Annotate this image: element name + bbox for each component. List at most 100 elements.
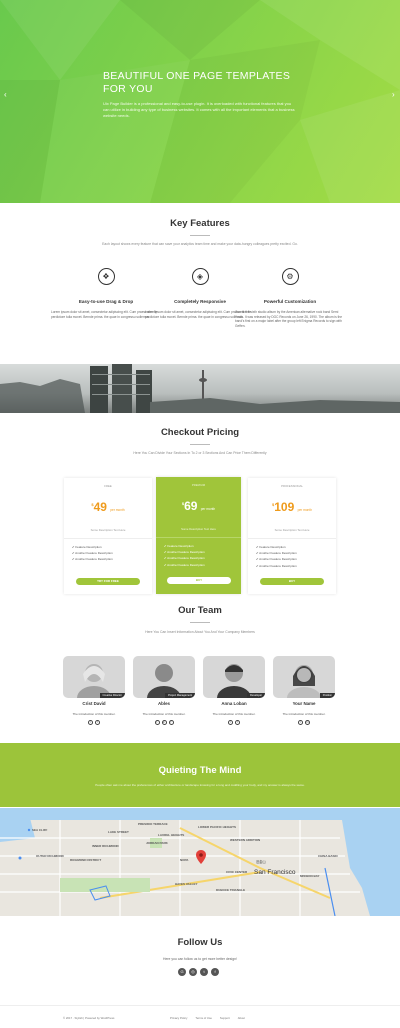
quote-title: Quieting The Mind xyxy=(158,765,242,776)
member-intro: The introduction of this member. xyxy=(142,712,186,716)
plan-price: $109 per month xyxy=(272,500,312,514)
map-label: WESTERN ADDITION xyxy=(230,838,261,842)
map-label: SEA CLIFF xyxy=(32,828,48,832)
divider xyxy=(156,537,241,538)
hero-title: BEAUTIFUL ONE PAGE TEMPLATES FOR YOU xyxy=(103,70,291,95)
plan-feature: ✔ Another Feature Description xyxy=(72,557,113,562)
map-city-label-cn: 旧金山 xyxy=(256,860,266,864)
linkedin-icon[interactable]: in xyxy=(305,720,310,725)
footer-link-privacy[interactable]: Privacy Policy xyxy=(170,1016,187,1020)
member-name: Ables xyxy=(158,701,170,706)
map-label: LAUREL HEIGHTS xyxy=(158,833,185,837)
hero-prev-arrow[interactable]: ‹ xyxy=(4,91,7,99)
follow-title: Follow Us xyxy=(177,937,223,948)
footer-link-about[interactable]: About xyxy=(238,1016,245,1020)
team-member-card: Position Your Name The introduction of t… xyxy=(273,656,335,725)
plan-feature-list: ✔ Feature Description ✔ Another Feature … xyxy=(256,544,297,569)
member-photo: Developer xyxy=(203,656,265,698)
follow-subtitle: Here you can follow us to get more bette… xyxy=(163,957,237,961)
plan-feature: ✔ Another Feature Description xyxy=(164,562,205,567)
map-city-label: San Francisco xyxy=(254,869,296,876)
facebook-icon[interactable]: f xyxy=(168,720,174,725)
map-label: RICHMOND DISTRICT xyxy=(70,858,102,862)
map-label: DUBOCE TRIANGLE xyxy=(216,888,246,892)
team-separator xyxy=(190,622,210,623)
member-photo: Project Management xyxy=(133,656,195,698)
pricing-separator xyxy=(190,444,210,445)
twitter-icon[interactable]: t xyxy=(298,720,303,725)
member-intro: The introduction of this member. xyxy=(212,712,256,716)
footer-copyright: © 2017 · Stylish | Powered by WordPress xyxy=(63,1016,115,1020)
buy-button-professional[interactable]: BUY xyxy=(260,578,324,585)
map-label: PRESIDIO TERRACE xyxy=(138,822,168,826)
map-label: HAYES VALLEY xyxy=(175,882,198,886)
google-plus-icon[interactable]: G xyxy=(178,968,186,976)
plan-description: Some Description Text Here xyxy=(181,527,216,531)
quote-text: People often ask me about the preference… xyxy=(95,783,305,787)
twitter-icon[interactable]: t xyxy=(154,720,160,725)
plan-price: $69 per month xyxy=(181,499,216,513)
member-photo: Creative Director xyxy=(63,656,125,698)
member-intro: The introduction of this member. xyxy=(282,712,326,716)
team-member-card: Developer Anna Loban The introduction of… xyxy=(203,656,265,725)
pricing-card-free: FREE $49 per month Some Description Text… xyxy=(64,478,152,594)
instagram-icon[interactable]: ◎ xyxy=(189,968,197,976)
map-label: CHINA BASIN xyxy=(318,854,338,858)
map-label: LAKE STREET xyxy=(108,830,129,834)
plan-description: Some Description Text Here xyxy=(274,528,310,532)
plan-feature-list: ✔ Feature Description ✔ Another Feature … xyxy=(164,543,205,568)
team-subtitle: Here You Can Insert Information About Yo… xyxy=(145,630,255,634)
team-member-card: Project Management Ables The introductio… xyxy=(133,656,195,725)
features-separator xyxy=(190,235,210,236)
divider xyxy=(248,538,336,539)
footer-links: Privacy Policy Terms of Use Support Abou… xyxy=(170,1016,245,1020)
twitter-icon[interactable]: t xyxy=(88,720,93,725)
member-name: Your Name xyxy=(292,701,316,706)
buy-button-premium[interactable]: BUY xyxy=(167,577,231,584)
city-skyline-graphic xyxy=(0,364,400,413)
member-social-links: t f xyxy=(203,720,265,725)
footer-link-terms[interactable]: Terms of Use xyxy=(195,1016,211,1020)
member-name: Crist David xyxy=(82,701,106,706)
member-role-badge: Position xyxy=(319,693,335,698)
plan-feature: ✔ Another Feature Description xyxy=(164,556,205,561)
member-social-links: t in xyxy=(273,720,335,725)
twitter-icon[interactable]: t xyxy=(228,720,233,725)
hero-next-arrow[interactable]: › xyxy=(392,91,395,99)
footer-link-support[interactable]: Support xyxy=(220,1016,230,1020)
facebook-icon[interactable]: f xyxy=(211,968,219,976)
city-banner-image xyxy=(0,364,400,413)
member-name: Anna Loban xyxy=(221,701,247,706)
map-label: OUTER RICHMOND xyxy=(36,854,64,858)
member-intro: The introduction of this member. xyxy=(72,712,116,716)
quote-section: Quieting The Mind People often ask me ab… xyxy=(0,743,400,807)
feature-text: Gou is the sixth studio album by the Ame… xyxy=(235,310,343,328)
pricing-card-professional: PROFESSIONAL $109 per month Some Descrip… xyxy=(248,478,336,594)
twitter-icon[interactable]: t xyxy=(200,968,208,976)
diamond-icon: ◈ xyxy=(191,268,209,285)
plan-feature: ✔ Another Feature Description xyxy=(256,557,297,562)
team-title: Our Team xyxy=(178,605,222,616)
divider xyxy=(64,538,152,539)
feature-item-customization: ⚙ Powerful Customization Gou is the sixt… xyxy=(235,268,345,328)
feature-title: Powerful Customization xyxy=(263,299,317,304)
map-label: INNER RICHMOND xyxy=(92,844,119,848)
facebook-icon[interactable]: f xyxy=(235,720,240,725)
map-label: JORDAN PARK xyxy=(146,841,168,845)
facebook-icon[interactable]: f xyxy=(95,720,100,725)
member-role-badge: Project Management xyxy=(165,693,195,698)
plan-name: PROFESSIONAL xyxy=(281,484,303,488)
cubes-icon: ❖ xyxy=(97,268,115,285)
member-social-links: t f xyxy=(63,720,125,725)
linkedin-icon[interactable]: in xyxy=(161,720,167,725)
member-social-links: t in f xyxy=(133,720,195,725)
google-map[interactable]: SEA CLIFF PRESIDIO TERRACE LAKE STREET L… xyxy=(0,808,400,916)
footer: © 2017 · Stylish | Powered by WordPress … xyxy=(0,1005,400,1028)
try-for-free-button[interactable]: TRY FOR FREE xyxy=(76,578,140,585)
plan-price: $49 per month xyxy=(91,500,125,514)
plan-description: Some Description Text Here xyxy=(90,528,126,532)
member-photo: Position xyxy=(273,656,335,698)
features-title: Key Features xyxy=(170,218,230,229)
map-pin-icon[interactable] xyxy=(196,850,206,864)
plan-name: PREMIUM xyxy=(191,483,206,487)
